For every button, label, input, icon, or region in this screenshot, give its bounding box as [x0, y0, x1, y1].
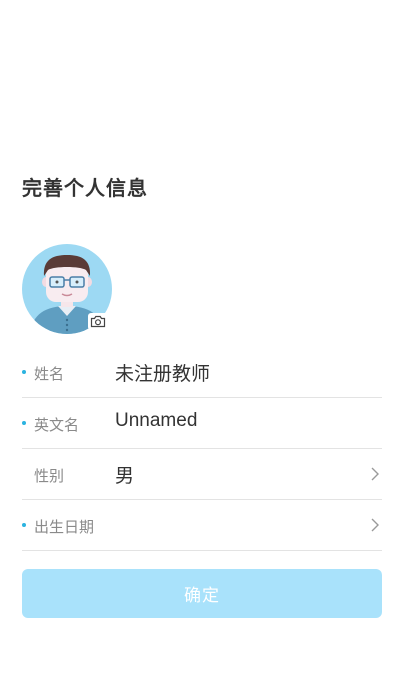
field-label: 姓名 [34, 365, 65, 383]
page-title: 完善个人信息 [22, 176, 148, 200]
name-input[interactable]: 未注册教师 [115, 359, 210, 386]
field-gender[interactable]: 性别 男 [22, 449, 382, 500]
camera-badge[interactable] [88, 313, 108, 330]
gender-select[interactable]: 男 [115, 461, 134, 488]
required-dot [22, 421, 26, 425]
required-dot [22, 523, 26, 527]
english-name-input[interactable]: Unnamed [115, 410, 197, 432]
field-name[interactable]: 姓名 未注册教师 [22, 347, 382, 398]
chevron-right-icon [371, 467, 379, 481]
field-english-name[interactable]: 英文名 Unnamed [22, 398, 382, 449]
camera-icon [90, 315, 106, 328]
confirm-button[interactable]: 确定 [22, 569, 382, 618]
chevron-right-icon [371, 518, 379, 532]
field-birthdate[interactable]: 出生日期 [22, 500, 382, 551]
field-label: 出生日期 [34, 518, 95, 536]
required-dot [22, 370, 26, 374]
field-label: 英文名 [34, 416, 80, 434]
profile-form: 姓名 未注册教师 英文名 Unnamed 性别 男 出生日期 [22, 347, 382, 551]
field-label: 性别 [34, 467, 65, 485]
